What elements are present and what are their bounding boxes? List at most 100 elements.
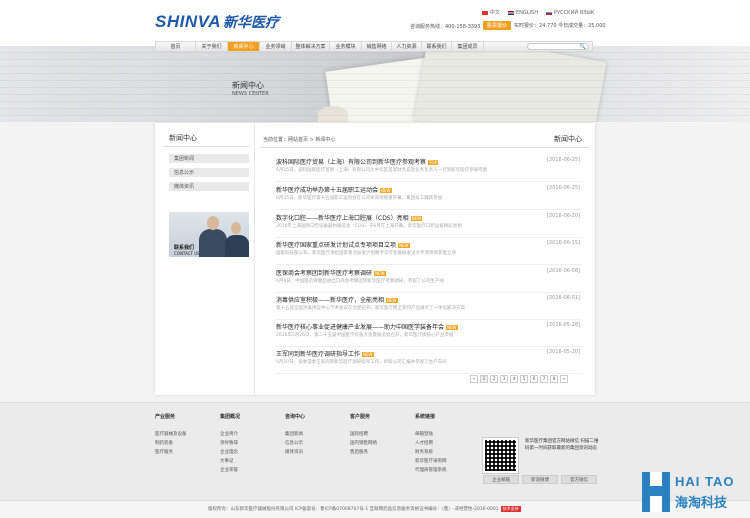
news-summary: 2016年上海国际口腔设备器材展览会（CDS）于6月在上海开幕，新华医疗口腔设备…	[276, 224, 462, 229]
footer-col: 咨询中心 集团新闻 信息公示 媒体资讯	[285, 414, 306, 457]
russia-flag-icon	[545, 10, 552, 15]
footer-link[interactable]: 制药装备	[155, 439, 187, 448]
news-date: [2016-06-25]	[547, 157, 580, 163]
qr-code	[482, 437, 519, 474]
search-input[interactable]: 🔍	[527, 43, 589, 50]
news-item[interactable]: 王军同到新华医疗调研指导工作 NEW [2016-05-20] 5月20日，省委常…	[276, 346, 582, 374]
news-item[interactable]: 新华医疗成功举办第十五届职工运动会 NEW [2016-06-25] 6月25日，…	[276, 182, 582, 210]
page-button[interactable]: 2	[490, 375, 498, 383]
lang-cn[interactable]: 中文	[482, 9, 500, 16]
footer-link[interactable]: 医疗器械及设备	[155, 430, 187, 439]
email-button[interactable]: 企业邮箱	[483, 475, 519, 484]
nav-item[interactable]: 业务领域	[260, 42, 292, 51]
page-title: 新闻中心	[554, 135, 582, 143]
news-title[interactable]: 新华医疗核心事业促进健康产业发展——助力中国医学装备年会	[276, 324, 444, 331]
footer-link[interactable]: 国内销售网络	[350, 439, 377, 448]
footer-link[interactable]: 人才招聘	[415, 439, 447, 448]
news-summary: 国家科技部公布，新华医疗承担国家重点研发计划数字诊疗装备研发试点专项项目获批立项	[276, 251, 456, 256]
nav-item[interactable]: 关于我们	[196, 42, 228, 51]
prev-page-button[interactable]: «	[470, 375, 478, 383]
page-button[interactable]: 6	[530, 375, 538, 383]
footer-link[interactable]: 企业简介	[220, 430, 240, 439]
lang-ru[interactable]: РУССКИЙ ЯЗЫК	[545, 9, 594, 16]
footer-col: 客户服务 国际招聘 国内销售网络 售后服务	[350, 414, 377, 457]
nav-item-active[interactable]: 新闻中心	[228, 42, 260, 51]
footer-link[interactable]: 媒体资讯	[285, 448, 305, 457]
news-item[interactable]: 新华医疗核心事业促进健康产业发展——助力中国医学装备年会 NEW [2016-05…	[276, 319, 582, 347]
page-button[interactable]: 4	[510, 375, 518, 383]
footer-link[interactable]: 邮箱登陆	[415, 430, 447, 439]
footer-link[interactable]: 售后服务	[350, 448, 377, 457]
news-title[interactable]: 数字化口腔——新华医疗上海口腔展（CDS）亮相	[276, 215, 409, 222]
footer-link[interactable]: 集团新闻	[285, 430, 305, 439]
h-logo-icon	[642, 472, 670, 512]
new-badge: NEW	[446, 325, 458, 330]
nav-item[interactable]: 联系我们	[422, 42, 452, 51]
nav-item[interactable]: 销售网络	[362, 42, 392, 51]
footer-link[interactable]: 大事记	[220, 457, 240, 466]
next-page-button[interactable]: »	[560, 375, 568, 383]
footer-link[interactable]: 代理商管理系统	[415, 466, 447, 475]
sidebar-item-media[interactable]: 媒体资讯	[169, 182, 249, 191]
banner-title: 新闻中心	[232, 81, 264, 90]
sidebar-title: 新闻中心	[169, 134, 197, 142]
logo-en: SHINVA	[155, 12, 221, 31]
news-item[interactable]: 医保商会考察团到新华医疗考察调研 NEW [2016-06-08] 6月8日，中国…	[276, 265, 582, 293]
nav-item[interactable]: 集团成员	[452, 42, 484, 51]
new-badge: NEW	[374, 271, 386, 276]
news-date: [2016-06-15]	[547, 240, 580, 246]
contact-us-card[interactable]: 联系我们 CONTACT US	[169, 212, 249, 257]
lang-en[interactable]: ENGLISH	[508, 9, 538, 16]
page-button[interactable]: 5	[520, 375, 528, 383]
news-item[interactable]: 数字化口腔——新华医疗上海口腔展（CDS）亮相 NEW [2016-06-20] …	[276, 210, 582, 238]
stock-quote: 股票报价 实时报价：24.770 今日成交量：25.000	[483, 21, 606, 30]
news-summary: 6月8日，中国医药保健品进出口商会考察团到新华医疗考察调研，参观了公司生产线	[276, 279, 444, 284]
page-button[interactable]: 7	[540, 375, 548, 383]
news-title[interactable]: 王军同到新华医疗调研指导工作	[276, 351, 360, 358]
news-title[interactable]: 波科国际医疗贸易（上海）有限公司到新华医疗参观考察	[276, 159, 426, 166]
news-date: [2016-06-08]	[547, 268, 580, 274]
footer-link[interactable]: 信息公示	[285, 439, 305, 448]
nav-item[interactable]: 首页	[156, 42, 196, 51]
breadcrumb[interactable]: 当前位置：网站首页 > 新闻中心	[263, 136, 335, 143]
sidebar-item-notices[interactable]: 信息公示	[169, 168, 249, 177]
watermark-line2: 海淘科技	[675, 496, 728, 511]
news-title[interactable]: 新华医疗国家重点研发计划试点专项项目立项	[276, 242, 396, 249]
news-item[interactable]: 新华医疗国家重点研发计划试点专项项目立项 NEW [2016-06-15] 国家科…	[276, 237, 582, 265]
footer-link[interactable]: 新华医疗采购网	[415, 457, 447, 466]
support-badge: 技术支持	[500, 506, 521, 512]
news-title[interactable]: 消毒供应室积极——新华医疗，全能亮相	[276, 297, 384, 304]
nav-item[interactable]: 人力资源	[392, 42, 422, 51]
qr-text: 新华医疗集团官方网站微信 扫描二维码第一时间获取最新的集团资讯动态	[525, 439, 599, 451]
footer-link[interactable]: 企业荣誉	[220, 466, 240, 475]
footer-link[interactable]: 医疗服务	[155, 448, 187, 457]
weibo-button[interactable]: 新浪微博	[522, 475, 558, 484]
news-item[interactable]: 波科国际医疗贸易（上海）有限公司到新华医疗参观考察 TOP [2016-06-25…	[276, 154, 582, 182]
footer-link[interactable]: 财务系统	[415, 448, 447, 457]
language-switcher: 中文 ENGLISH РУССКИЙ ЯЗЫК	[482, 9, 594, 16]
china-flag-icon	[482, 10, 488, 15]
news-title[interactable]: 医保商会考察团到新华医疗考察调研	[276, 270, 372, 277]
content-panel: 新闻中心 集团新闻 信息公示 媒体资讯 联系我们 CONTACT US 当前位置…	[155, 123, 595, 395]
footer-link[interactable]: 国际招聘	[350, 430, 377, 439]
footer-link[interactable]: 企业理念	[220, 448, 240, 457]
footer-link[interactable]: 领导致辞	[220, 439, 240, 448]
sidebar-item-group-news[interactable]: 集团新闻	[169, 154, 249, 163]
news-title[interactable]: 新华医疗成功举办第十五届职工运动会	[276, 187, 378, 194]
logo[interactable]: SHINVA 新华医疗	[155, 12, 279, 32]
page-button[interactable]: 1	[480, 375, 488, 383]
page-button[interactable]: 8	[550, 375, 558, 383]
news-date: [2016-06-20]	[547, 213, 580, 219]
page-button[interactable]: 3	[500, 375, 508, 383]
news-summary: 第十五届全国消毒供应中心学术会议在合肥召开，新华医疗携全系列产品展示了一体化解决…	[276, 306, 465, 311]
contact-subtitle: CONTACT US	[174, 251, 200, 256]
search-icon[interactable]: 🔍	[580, 44, 586, 50]
nav-item[interactable]: 整体解决方案	[292, 42, 330, 51]
nav-item[interactable]: 业务模块	[330, 42, 362, 51]
quote-text: 实时报价：24.770 今日成交量：25.000	[514, 23, 606, 29]
news-item[interactable]: 消毒供应室积极——新华医疗，全能亮相 NEW [2016-06-01] 第十五届全…	[276, 292, 582, 320]
wechat-button[interactable]: 官方微信	[561, 475, 597, 484]
watermark-line1: HAI TAO	[675, 474, 735, 489]
hotline: 咨询服务热线：400-158-3393	[410, 24, 481, 30]
main-nav: 首页 关于我们 新闻中心 业务领域 整体解决方案 业务模块 销售网络 人力资源 …	[155, 41, 593, 52]
